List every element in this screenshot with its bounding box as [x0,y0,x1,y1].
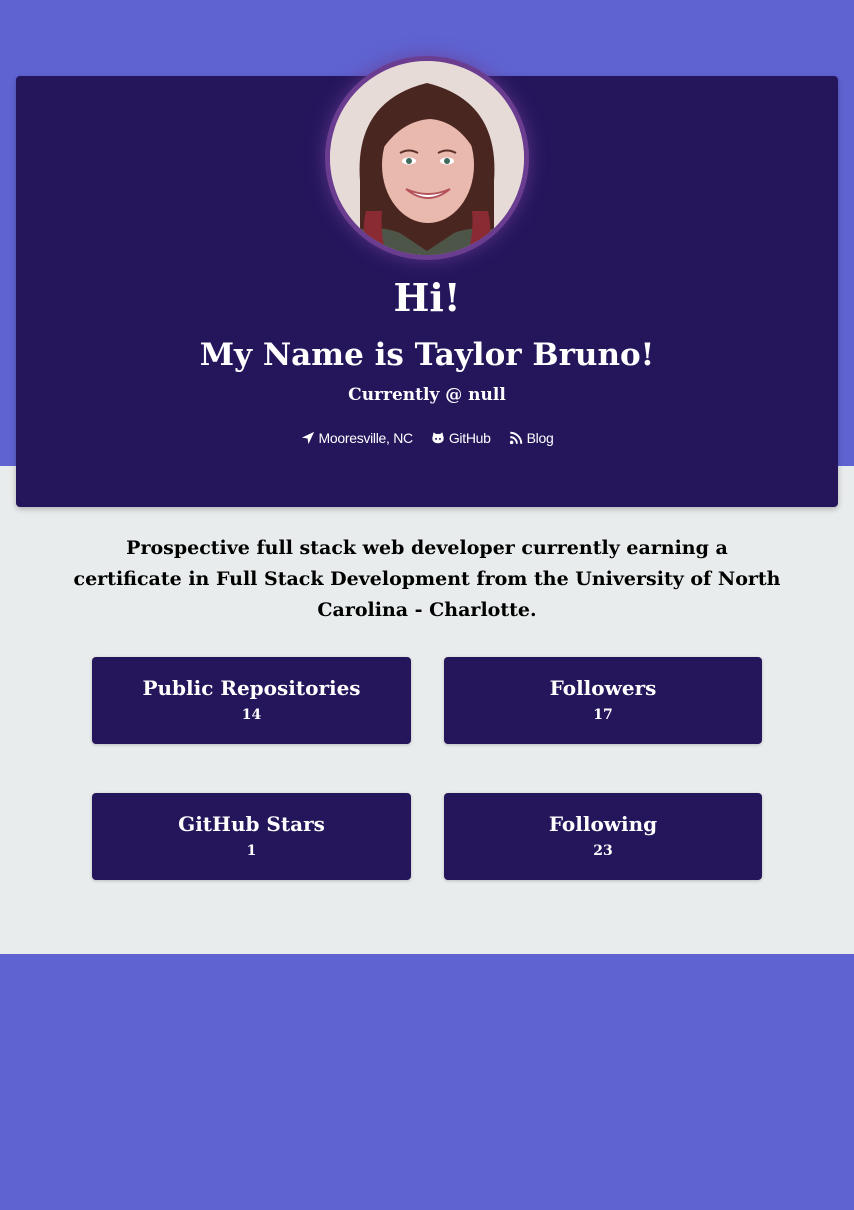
profile-photo [330,61,524,255]
name-heading: My Name is Taylor Bruno! [199,337,655,373]
stat-card-github-stars: GitHub Stars 1 [92,793,411,880]
stat-card-public-repositories: Public Repositories 14 [92,657,411,744]
stat-value: 14 [241,707,262,723]
stat-value: 23 [593,843,613,859]
rss-icon [509,431,522,445]
blog-link[interactable]: Blog [509,430,554,446]
stat-value: 17 [593,707,613,723]
github-link[interactable]: GitHub [431,430,491,446]
stat-label: Public Repositories [142,676,361,700]
profile-links: Mooresville, NC GitHub Blog [16,428,838,448]
github-label: GitHub [448,430,491,446]
bottom-background-band [0,954,854,1210]
greeting-heading: Hi! [393,275,461,320]
location-link[interactable]: Mooresville, NC [301,430,413,446]
stat-card-following: Following 23 [444,793,762,880]
stat-label: Followers [549,676,657,700]
github-icon [432,432,444,444]
location-label: Mooresville, NC [318,430,414,446]
stat-value: 1 [246,843,257,859]
stat-label: Following [548,812,658,836]
stat-card-followers: Followers 17 [444,657,762,744]
bio-text: Prospective full stack web developer cur… [73,537,781,621]
company-line: Currently @ null [348,385,506,405]
location-arrow-icon [301,431,314,445]
blog-label: Blog [526,430,554,446]
stat-label: GitHub Stars [178,812,325,836]
avatar [325,56,529,260]
